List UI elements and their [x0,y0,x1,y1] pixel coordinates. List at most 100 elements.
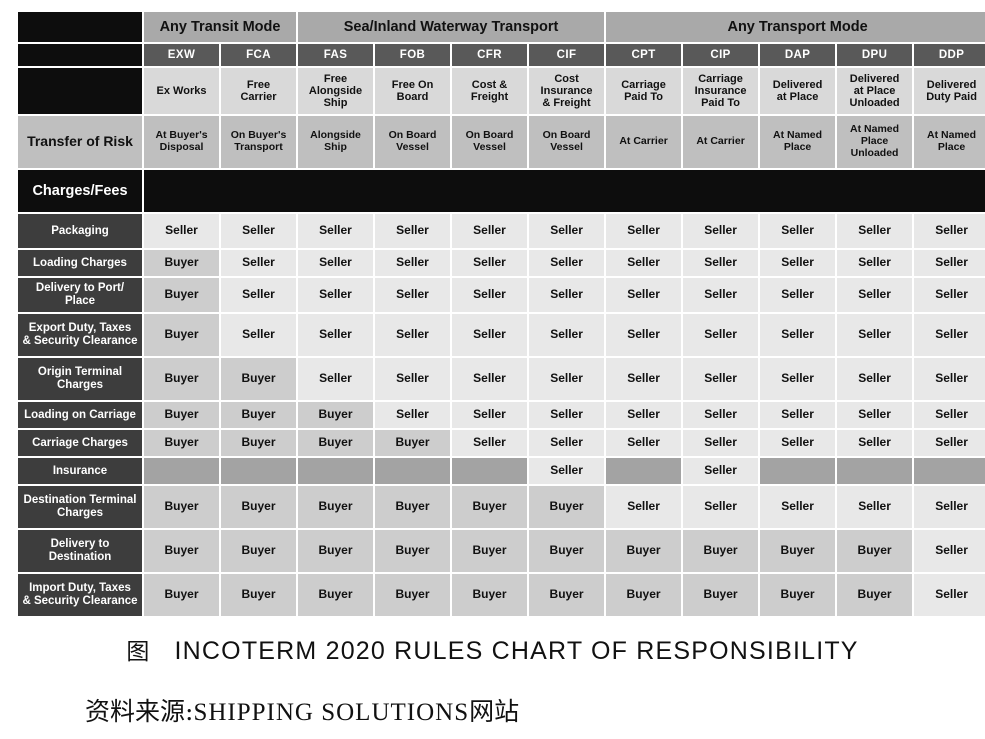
row-label-2: Delivery to Port/Place [18,278,142,312]
cell-3-FAS: Seller [298,314,374,356]
corner-blank-cell [18,44,142,66]
incoterm-code-CPT: CPT [606,44,682,66]
cell-6-FOB: Buyer [375,430,451,456]
cell-5-FAS: Buyer [298,402,374,428]
risk-value-CPT: At Carrier [606,116,682,168]
cell-0-FAS: Seller [298,214,374,248]
cell-3-DPU: Seller [837,314,913,356]
risk-value-DPU: At Named Place Unloaded [837,116,913,168]
group-header-2: Any Transport Mode [606,12,985,42]
cell-9-EXW: Buyer [144,530,219,572]
cell-7-EXW [144,458,219,484]
cell-5-DAP: Seller [760,402,836,428]
cell-7-DPU [837,458,913,484]
cell-9-FCA: Buyer [221,530,297,572]
cell-9-FAS: Buyer [298,530,374,572]
incoterm-name-EXW: Ex Works [144,68,219,114]
row-label-8: Destination Terminal Charges [18,486,142,528]
cell-4-CIP: Seller [683,358,759,400]
cell-10-CFR: Buyer [452,574,528,616]
cell-6-DPU: Seller [837,430,913,456]
table-row: Destination Terminal Charges Buyer Buyer Buy… [18,486,985,528]
cell-7-CPT [606,458,682,484]
cell-5-FCA: Buyer [221,402,297,428]
incoterm-code-EXW: EXW [144,44,219,66]
cell-0-DDP: Seller [914,214,985,248]
cell-5-CIP: Seller [683,402,759,428]
cell-3-CIP: Seller [683,314,759,356]
cell-3-EXW: Buyer [144,314,219,356]
cell-0-CIF: Seller [529,214,605,248]
code-header-row: EXW FCA FAS FOB CFR CIF CPT CIP DAP DPU DDP [18,44,985,66]
cell-5-CIF: Seller [529,402,605,428]
incoterm-responsibility-chart: Any Transit Mode Sea/Inland Waterway Tran… [16,10,985,618]
cell-3-CIF: Seller [529,314,605,356]
cell-6-CIP: Seller [683,430,759,456]
cell-2-EXW: Buyer [144,278,219,312]
incoterm-code-DPU: DPU [837,44,913,66]
cell-8-CFR: Buyer [452,486,528,528]
row-label-4: Origin Terminal Charges [18,358,142,400]
cell-9-DPU: Buyer [837,530,913,572]
cell-4-CFR: Seller [452,358,528,400]
cell-8-EXW: Buyer [144,486,219,528]
cell-2-CFR: Seller [452,278,528,312]
cell-4-DAP: Seller [760,358,836,400]
incoterm-code-DAP: DAP [760,44,836,66]
risk-value-CIF: On Board Vessel [529,116,605,168]
cell-5-EXW: Buyer [144,402,219,428]
incoterm-code-CIF: CIF [529,44,605,66]
cell-0-FOB: Seller [375,214,451,248]
cell-2-FOB: Seller [375,278,451,312]
table-row: Origin Terminal Charges Buyer Buyer Seller Se… [18,358,985,400]
cell-7-CFR [452,458,528,484]
cell-5-FOB: Seller [375,402,451,428]
cell-1-CFR: Seller [452,250,528,276]
cell-10-FAS: Buyer [298,574,374,616]
cell-10-FCA: Buyer [221,574,297,616]
cell-6-CFR: Seller [452,430,528,456]
risk-value-FAS: Alongside Ship [298,116,374,168]
incoterm-code-DDP: DDP [914,44,985,66]
cell-3-DAP: Seller [760,314,836,356]
incoterm-name-FOB: Free On Board [375,68,451,114]
cell-5-DDP: Seller [914,402,985,428]
cell-8-CIP: Seller [683,486,759,528]
cell-4-FCA: Buyer [221,358,297,400]
cell-0-FCA: Seller [221,214,297,248]
cell-0-EXW: Seller [144,214,219,248]
cell-4-FOB: Seller [375,358,451,400]
cell-1-DPU: Seller [837,250,913,276]
cell-0-DPU: Seller [837,214,913,248]
cell-4-DPU: Seller [837,358,913,400]
cell-5-CFR: Seller [452,402,528,428]
cell-2-DAP: Seller [760,278,836,312]
cell-1-FOB: Seller [375,250,451,276]
table-row: Import Duty, Taxes & Security Clearance Bu… [18,574,985,616]
source-suffix: 网站 [469,697,520,726]
cell-2-CIF: Seller [529,278,605,312]
cell-1-CIP: Seller [683,250,759,276]
table-row: Export Duty, Taxes & Security Clearance Bu… [18,314,985,356]
cell-5-CPT: Seller [606,402,682,428]
cell-10-DPU: Buyer [837,574,913,616]
cell-1-FCA: Seller [221,250,297,276]
source-caption: 资料来源:SHIPPING SOLUTIONS网站 [85,692,519,728]
risk-value-DDP: At Named Place [914,116,985,168]
incoterm-name-CPT: Carriage Paid To [606,68,682,114]
source-prefix: 资料来源: [85,697,194,726]
incoterm-code-FAS: FAS [298,44,374,66]
cell-0-CFR: Seller [452,214,528,248]
group-header-0: Any Transit Mode [144,12,297,42]
table-row: Packaging Seller Seller Seller Seller Seller S… [18,214,985,248]
incoterm-name-CFR: Cost & Freight [452,68,528,114]
cell-1-CIF: Seller [529,250,605,276]
cell-3-FCA: Seller [221,314,297,356]
cell-6-FAS: Buyer [298,430,374,456]
risk-value-EXW: At Buyer's Disposal [144,116,219,168]
cell-4-DDP: Seller [914,358,985,400]
table-row: Loading on Carriage Buyer Buyer Buyer Seller… [18,402,985,428]
cell-10-CIF: Buyer [529,574,605,616]
figure-marker: 图 [126,639,151,665]
row-label-10: Import Duty, Taxes & Security Clearance [18,574,142,616]
